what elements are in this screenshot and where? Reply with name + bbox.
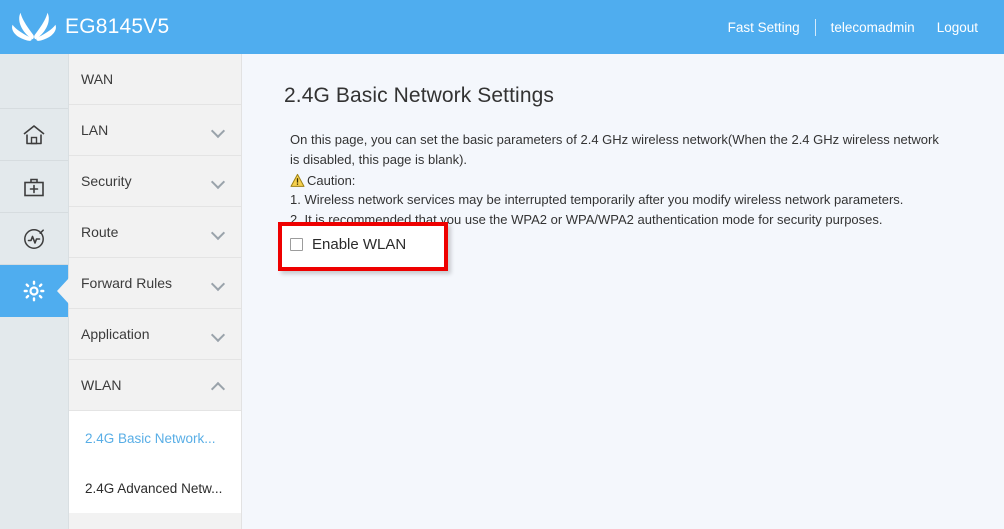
menu-item-label: Security bbox=[81, 173, 132, 189]
menu-item-label: Route bbox=[81, 224, 119, 240]
chevron-down-icon bbox=[212, 226, 225, 239]
submenu-item-label: 2.4G Basic Network... bbox=[85, 430, 216, 446]
menu-item-label: WLAN bbox=[81, 377, 122, 393]
chevron-down-icon bbox=[212, 328, 225, 341]
icon-rail-tail bbox=[0, 317, 68, 477]
menu-item-lan[interactable]: LAN bbox=[69, 105, 241, 156]
menu-item-label: Forward Rules bbox=[81, 275, 173, 291]
wlan-submenu: 2.4G Basic Network... 2.4G Advanced Netw… bbox=[69, 411, 241, 513]
header-divider bbox=[814, 18, 816, 36]
toolbox-icon bbox=[21, 175, 47, 199]
logout-link[interactable]: Logout bbox=[927, 20, 988, 35]
caution-label: Caution: bbox=[307, 172, 356, 188]
menu-item-wan[interactable]: WAN bbox=[69, 54, 241, 105]
submenu-item-label: 2.4G Advanced Netw... bbox=[85, 480, 223, 496]
menu-item-route[interactable]: Route bbox=[69, 207, 241, 258]
menu-item-label: WAN bbox=[81, 71, 114, 87]
menu-item-label: Application bbox=[81, 326, 150, 342]
main-content: 2.4G Basic Network Settings On this page… bbox=[243, 54, 1004, 529]
page-header: EG8145V5 Fast Setting telecomadmin Logou… bbox=[0, 0, 1004, 54]
enable-wlan-checkbox-row[interactable]: Enable WLAN bbox=[290, 236, 406, 253]
menu-item-security[interactable]: Security bbox=[69, 156, 241, 207]
page-title: 2.4G Basic Network Settings bbox=[284, 84, 554, 107]
chevron-down-icon bbox=[212, 277, 225, 290]
icon-rail-item-settings[interactable] bbox=[0, 265, 69, 317]
brand-name: EG8145V5 bbox=[65, 15, 170, 38]
icon-rail-item-home[interactable] bbox=[0, 109, 68, 161]
settings-menu: WAN LAN Security Route Forward Rules App… bbox=[69, 54, 242, 529]
caution-header: Caution: bbox=[290, 171, 950, 191]
menu-item-label: LAN bbox=[81, 122, 109, 138]
icon-rail bbox=[0, 54, 69, 529]
icon-rail-item-maintenance[interactable] bbox=[0, 161, 68, 213]
active-indicator-arrow bbox=[57, 277, 69, 304]
description-text: On this page, you can set the basic para… bbox=[290, 132, 939, 167]
huawei-flower-logo-icon bbox=[12, 10, 56, 44]
caution-item-1: 1. Wireless network services may be inte… bbox=[290, 192, 904, 208]
home-icon bbox=[21, 123, 47, 147]
chevron-up-icon bbox=[212, 379, 225, 392]
router-web-ui: EG8145V5 Fast Setting telecomadmin Logou… bbox=[0, 0, 1004, 529]
menu-item-wlan[interactable]: WLAN bbox=[69, 360, 241, 411]
enable-wlan-checkbox[interactable] bbox=[290, 238, 303, 251]
submenu-item-24g-basic-network[interactable]: 2.4G Basic Network... bbox=[69, 413, 241, 463]
menu-item-application[interactable]: Application bbox=[69, 309, 241, 360]
menu-item-forward-rules[interactable]: Forward Rules bbox=[69, 258, 241, 309]
icon-rail-item-diagnosis[interactable] bbox=[0, 213, 68, 265]
warning-triangle-icon bbox=[290, 173, 305, 188]
submenu-item-24g-advanced-network[interactable]: 2.4G Advanced Netw... bbox=[69, 463, 241, 513]
fast-setting-link[interactable]: Fast Setting bbox=[718, 20, 810, 35]
current-user-label: telecomadmin bbox=[830, 19, 915, 35]
diagnosis-gauge-icon bbox=[21, 226, 47, 252]
header-actions: Fast Setting telecomadmin Logout bbox=[718, 18, 1004, 36]
icon-rail-spacer bbox=[0, 54, 68, 109]
enable-wlan-label: Enable WLAN bbox=[312, 236, 407, 253]
chevron-down-icon bbox=[212, 124, 225, 137]
gear-icon bbox=[21, 278, 47, 304]
brand: EG8145V5 bbox=[0, 10, 169, 44]
chevron-down-icon bbox=[212, 175, 225, 188]
page-description: On this page, you can set the basic para… bbox=[290, 130, 950, 230]
